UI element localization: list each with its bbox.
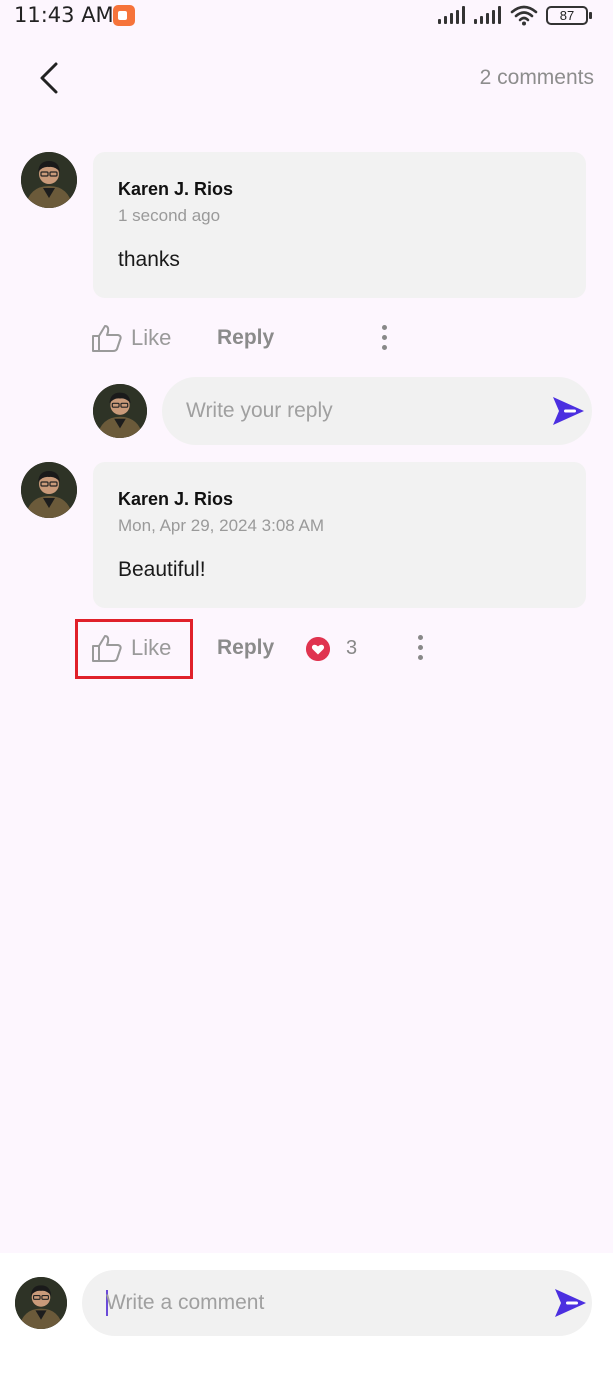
comment-author[interactable]: Karen J. Rios <box>118 489 233 510</box>
reply-button[interactable]: Reply <box>217 636 274 660</box>
like-label: Like <box>131 325 172 350</box>
battery-level: 87 <box>559 8 575 23</box>
reaction-count: 3 <box>346 637 358 659</box>
reply-button[interactable]: Reply <box>217 326 274 350</box>
avatar <box>93 384 147 438</box>
comment-text: Beautiful! <box>118 558 206 581</box>
like-button-highlight <box>75 619 193 679</box>
avatar-image <box>21 462 77 518</box>
like-button[interactable]: Like <box>91 321 171 355</box>
comment-count: 2 comments <box>479 66 594 89</box>
battery-icon: 87 <box>546 6 592 25</box>
comment-author[interactable]: Karen J. Rios <box>118 179 233 200</box>
signal-icon <box>438 6 466 24</box>
avatar-image <box>93 384 147 438</box>
thumbs-up-icon <box>92 325 122 352</box>
reply-input-container <box>162 377 592 445</box>
avatar <box>15 1277 67 1329</box>
back-button[interactable] <box>30 58 70 98</box>
screen-record-icon <box>113 5 135 26</box>
avatar-image <box>15 1277 67 1329</box>
more-options-icon[interactable] <box>415 635 425 663</box>
comment-time: Mon, Apr 29, 2024 3:08 AM <box>118 516 325 535</box>
send-icon[interactable] <box>550 393 586 429</box>
avatar-image <box>21 152 77 208</box>
avatar[interactable] <box>21 152 77 208</box>
status-bar: 11:43 AM 87 <box>0 0 613 32</box>
signal-icon <box>474 6 502 24</box>
send-icon[interactable] <box>552 1285 588 1321</box>
more-options-icon[interactable] <box>379 325 389 353</box>
comment-input-container <box>82 1270 592 1336</box>
comment-bubble: Karen J. Rios Mon, Apr 29, 2024 3:08 AM … <box>93 462 586 608</box>
wifi-icon <box>510 5 538 26</box>
comment-time: 1 second ago <box>118 206 221 225</box>
heart-reaction-icon[interactable] <box>306 637 330 661</box>
reply-input[interactable] <box>186 377 526 445</box>
comment-bubble: Karen J. Rios 1 second ago thanks <box>93 152 586 298</box>
avatar[interactable] <box>21 462 77 518</box>
comment-text: thanks <box>118 248 180 271</box>
status-time: 11:43 AM <box>14 3 114 27</box>
comment-composer <box>0 1253 613 1373</box>
comment-input[interactable] <box>106 1270 446 1336</box>
